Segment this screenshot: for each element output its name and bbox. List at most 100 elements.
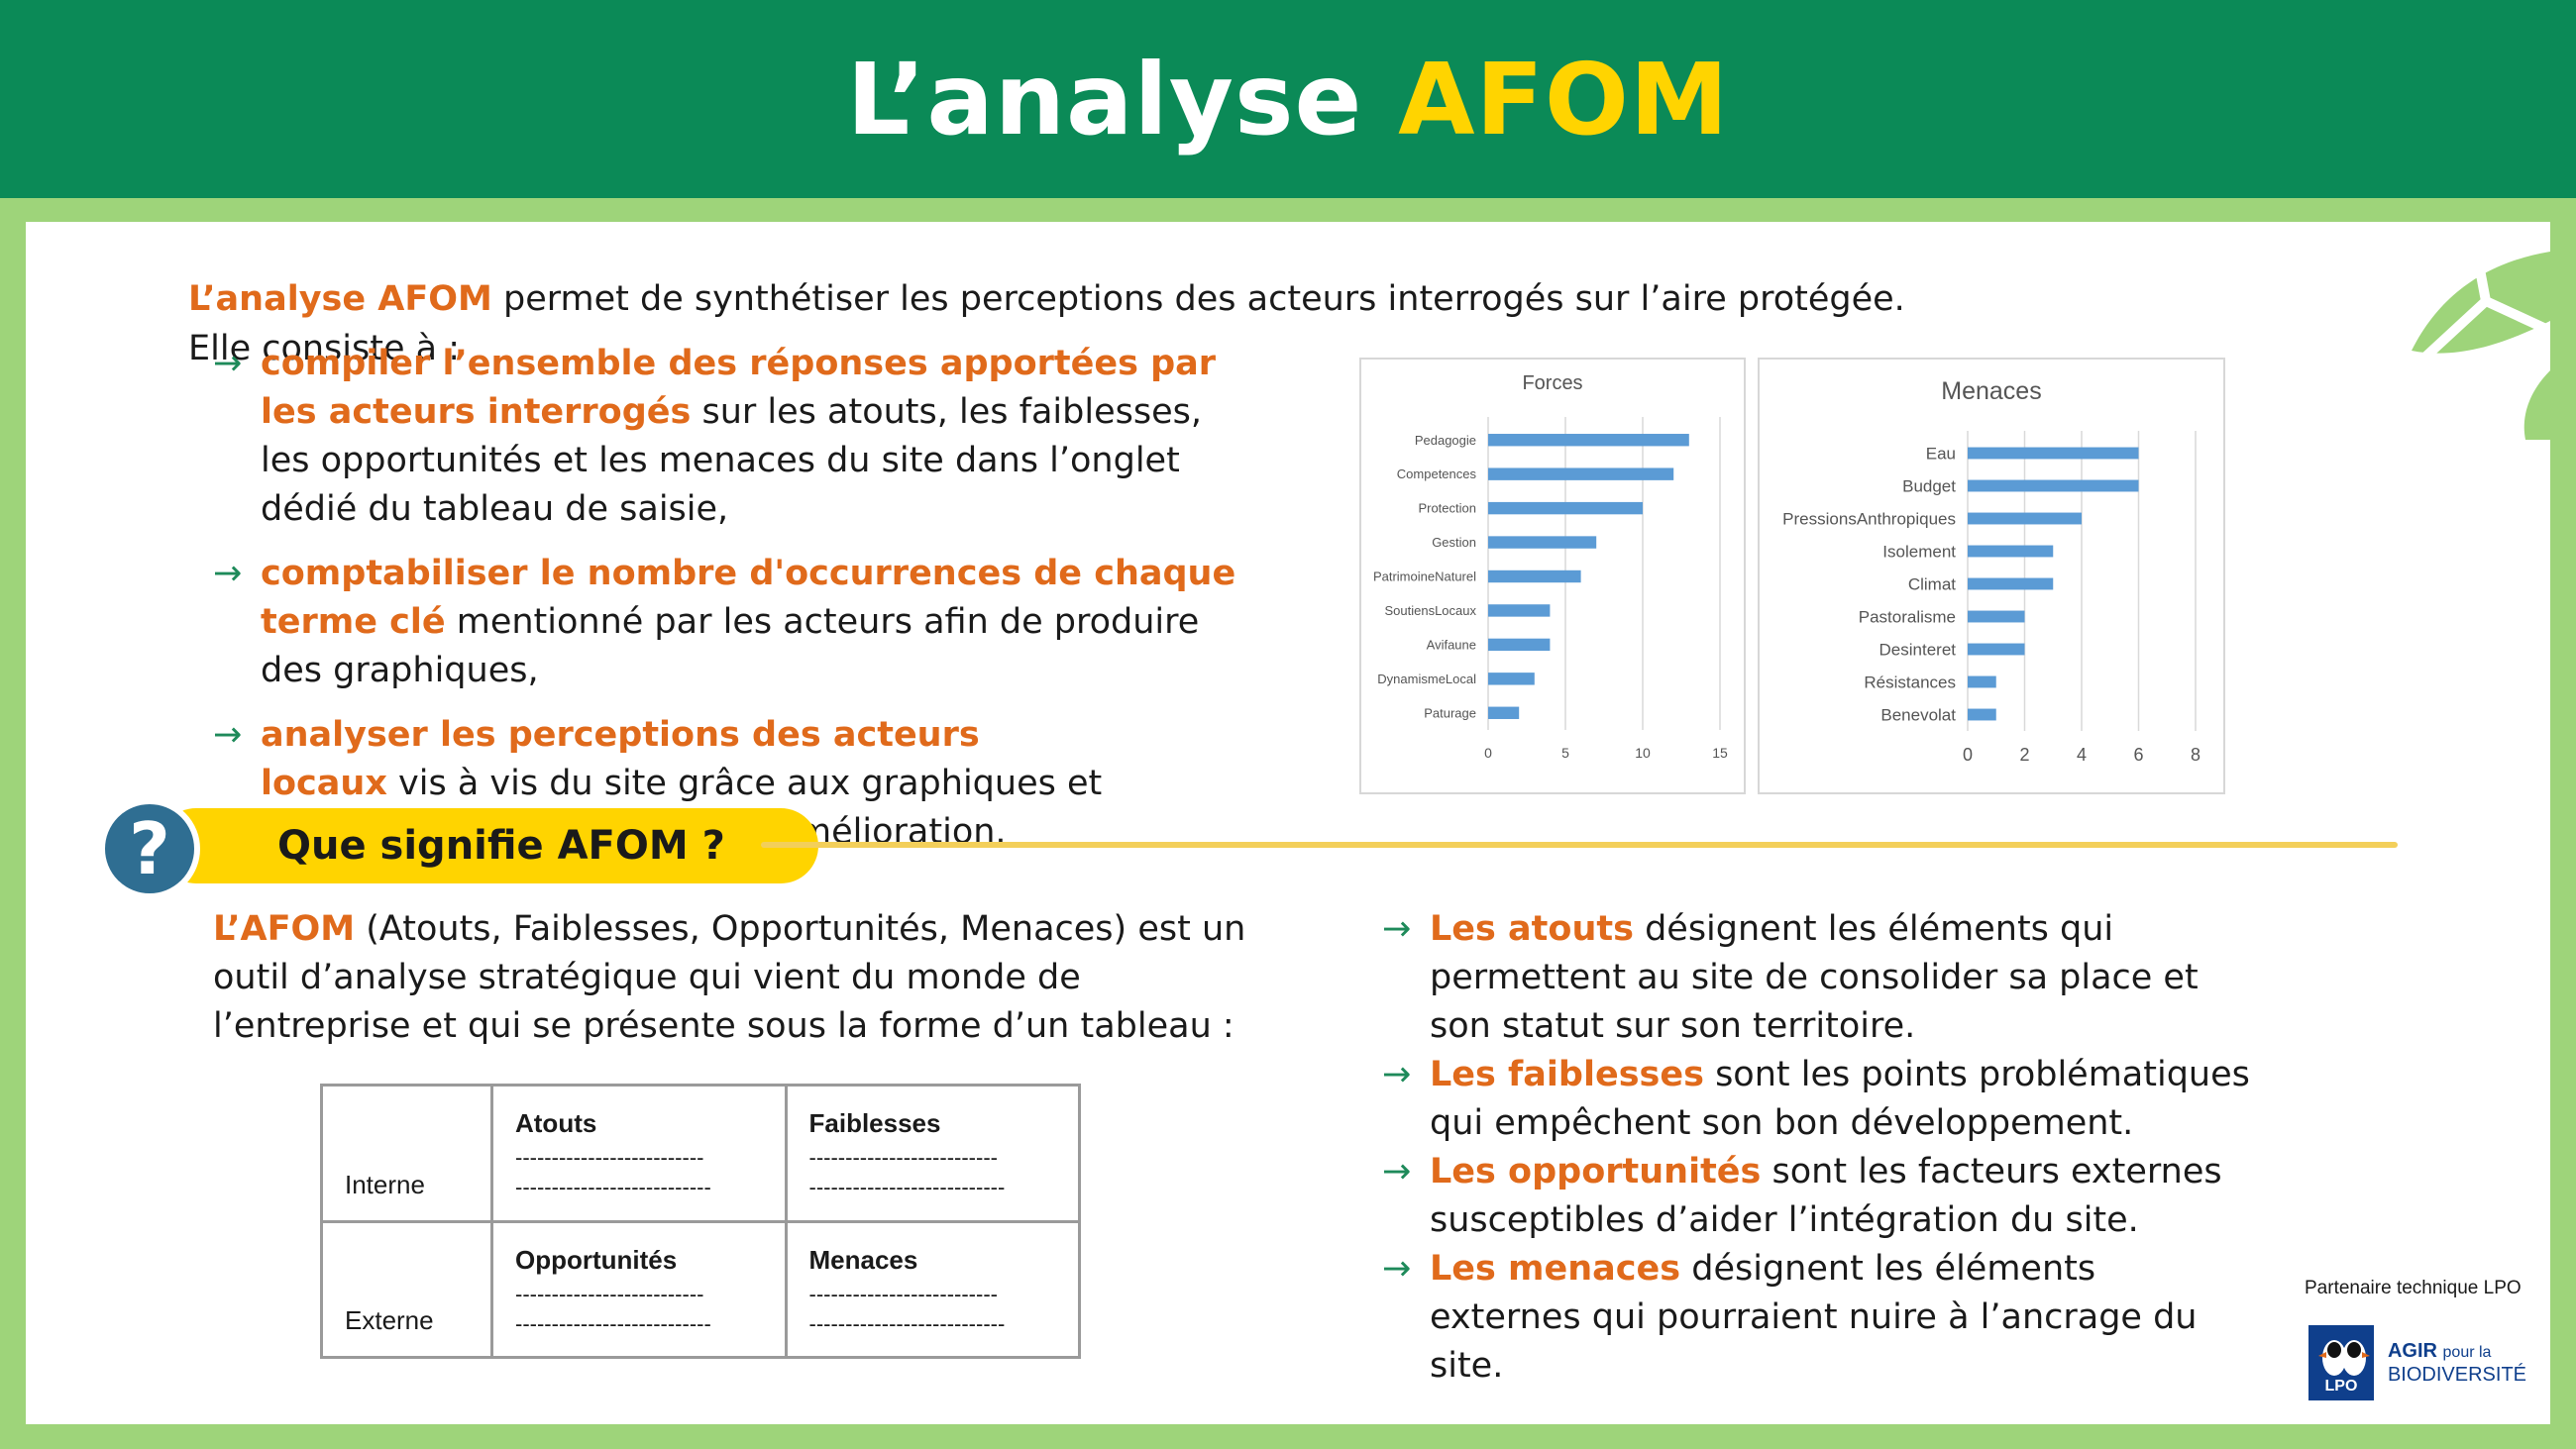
cell-line: --------------------------- bbox=[515, 1310, 711, 1336]
category-label: Budget bbox=[1902, 476, 1956, 495]
step-item: → comptabiliser le nombre d'occurrences … bbox=[213, 550, 1253, 695]
category-label: Gestion bbox=[1432, 535, 1476, 550]
definition-paragraph: L’AFOM (Atouts, Faiblesses, Opportunités… bbox=[213, 905, 1253, 1051]
step-item: → compiler l’ensemble des réponses appor… bbox=[213, 340, 1253, 534]
cell-title: Atouts bbox=[515, 1108, 597, 1138]
category-label: Pastoralisme bbox=[1859, 607, 1956, 626]
arrow-right-icon: → bbox=[1382, 909, 1412, 949]
x-tick-label: 5 bbox=[1561, 745, 1569, 761]
menaces-chart: Menaces 0 2 4 6 8 Eau Budget PressionsAnthropiqu… bbox=[1758, 358, 2225, 794]
cell-title: Menaces bbox=[808, 1244, 918, 1275]
table-cell: Menaces -------------------------- -----… bbox=[784, 1219, 1081, 1359]
bar bbox=[1488, 604, 1551, 617]
bar bbox=[1488, 638, 1551, 652]
category-label: Protection bbox=[1418, 501, 1476, 516]
leaf-decoration-icon bbox=[2412, 222, 2550, 440]
chart-title: Forces bbox=[1522, 372, 1582, 394]
row-label: Externe bbox=[320, 1219, 493, 1359]
arrow-right-icon: → bbox=[1382, 1249, 1412, 1289]
title-text: L’analyse bbox=[846, 41, 1399, 157]
explanation-item: → Les opportunités sont les facteurs ext… bbox=[1382, 1148, 2254, 1245]
chart-title: Menaces bbox=[1941, 377, 2041, 405]
arrow-right-icon: → bbox=[213, 344, 243, 383]
category-label: PressionsAnthropiques bbox=[1782, 509, 1956, 528]
bar bbox=[1488, 569, 1581, 583]
bar bbox=[1488, 536, 1597, 549]
category-label: Avifaune bbox=[1427, 637, 1476, 652]
bar bbox=[1968, 675, 1996, 688]
cell-line: -------------------------- bbox=[515, 1281, 704, 1306]
explanation-bold: Les atouts bbox=[1430, 909, 1634, 949]
partner-logo: LPO AGIR pour la BIODIVERSITÉ bbox=[2308, 1323, 2526, 1402]
category-label: Isolement bbox=[1882, 542, 1956, 561]
bar bbox=[1488, 467, 1674, 480]
section-title: Que signifie AFOM ? bbox=[159, 808, 818, 883]
page-header: L’analyse AFOM bbox=[0, 0, 2576, 198]
agir-logo: AGIR pour la BIODIVERSITÉ bbox=[2388, 1340, 2526, 1386]
bar bbox=[1968, 545, 2054, 558]
category-label: Climat bbox=[1908, 574, 1956, 593]
category-label: Résistances bbox=[1864, 673, 1956, 691]
section-divider bbox=[761, 842, 2398, 848]
x-tick-label: 4 bbox=[2077, 745, 2087, 765]
x-tick-label: 2 bbox=[2019, 745, 2029, 765]
cell-line: -------------------------- bbox=[808, 1145, 998, 1170]
bar bbox=[1968, 479, 2139, 492]
category-label: SoutiensLocaux bbox=[1384, 603, 1476, 618]
category-label: PatrimoineNaturel bbox=[1373, 569, 1476, 584]
x-tick-label: 8 bbox=[2191, 745, 2200, 765]
category-label: Desinteret bbox=[1879, 640, 1957, 659]
cell-line: -------------------------- bbox=[808, 1281, 998, 1306]
x-tick-label: 15 bbox=[1712, 745, 1728, 761]
category-label: DynamismeLocal bbox=[1377, 672, 1476, 686]
page-title: L’analyse AFOM bbox=[847, 42, 1730, 157]
table-row: Externe Opportunités -------------------… bbox=[320, 1219, 1081, 1359]
cell-line: --------------------------- bbox=[808, 1175, 1006, 1199]
category-label: Eau bbox=[1926, 444, 1956, 463]
bar bbox=[1968, 577, 2054, 590]
intro-lead: L’analyse AFOM bbox=[188, 279, 492, 319]
x-tick-label: 6 bbox=[2133, 745, 2143, 765]
bar bbox=[1968, 708, 1996, 721]
agir-pour-la: pour la bbox=[2442, 1344, 2492, 1361]
puffin-icon bbox=[2318, 1340, 2370, 1376]
cell-title: Opportunités bbox=[515, 1244, 678, 1275]
explanation-item: → Les faiblesses sont les points problém… bbox=[1382, 1051, 2254, 1148]
explanation-bold: Les faiblesses bbox=[1430, 1055, 1704, 1094]
chart-svg: Forces 0 5 10 15 Pedagogie Competences Protecti… bbox=[1373, 372, 1728, 761]
bar bbox=[1968, 447, 2139, 460]
afom-table: Interne Atouts -------------------------… bbox=[320, 1084, 1081, 1359]
bar bbox=[1968, 610, 2025, 623]
x-tick-label: 0 bbox=[1963, 745, 1973, 765]
bar bbox=[1488, 501, 1643, 515]
bar bbox=[1968, 643, 2025, 656]
forces-chart: Forces 0 5 10 15 Pedagogie Competences Protecti… bbox=[1359, 358, 1746, 794]
table-row: Interne Atouts -------------------------… bbox=[320, 1084, 1081, 1223]
row-label: Interne bbox=[320, 1084, 493, 1223]
x-tick-label: 0 bbox=[1484, 745, 1492, 761]
cell-line: --------------------------- bbox=[515, 1175, 711, 1199]
cell-title: Faiblesses bbox=[808, 1108, 941, 1138]
cell-line: -------------------------- bbox=[515, 1145, 704, 1170]
category-label: Competences bbox=[1397, 466, 1477, 481]
section-heading: ? Que signifie AFOM ? bbox=[99, 798, 2398, 899]
category-label: Pedagogie bbox=[1415, 433, 1476, 448]
agir-label: AGIR bbox=[2387, 1340, 2437, 1362]
explanation-bold: Les opportunités bbox=[1430, 1152, 1762, 1191]
bar bbox=[1488, 673, 1535, 685]
agir-biodiversite: BIODIVERSITÉ bbox=[2387, 1364, 2526, 1386]
definition-bold: L’AFOM bbox=[213, 909, 356, 949]
table-cell: Faiblesses -------------------------- --… bbox=[784, 1084, 1081, 1223]
explanation-bold: Les menaces bbox=[1430, 1249, 1681, 1289]
explanation-item: → Les atouts désignent les éléments qui … bbox=[1382, 905, 2254, 1051]
partner-caption: Partenaire technique LPO bbox=[2305, 1278, 2522, 1298]
definition-text: (Atouts, Faiblesses, Opportunités, Menac… bbox=[213, 909, 1246, 1046]
steps-list: → compiler l’ensemble des réponses appor… bbox=[213, 340, 1253, 873]
cell-line: --------------------------- bbox=[808, 1310, 1006, 1336]
table-cell: Opportunités -------------------------- … bbox=[490, 1219, 788, 1359]
arrow-right-icon: → bbox=[1382, 1055, 1412, 1094]
arrow-right-icon: → bbox=[1382, 1152, 1412, 1191]
category-label: Benevolat bbox=[1880, 705, 1956, 724]
category-label: Paturage bbox=[1424, 705, 1476, 720]
x-tick-label: 10 bbox=[1635, 745, 1651, 761]
